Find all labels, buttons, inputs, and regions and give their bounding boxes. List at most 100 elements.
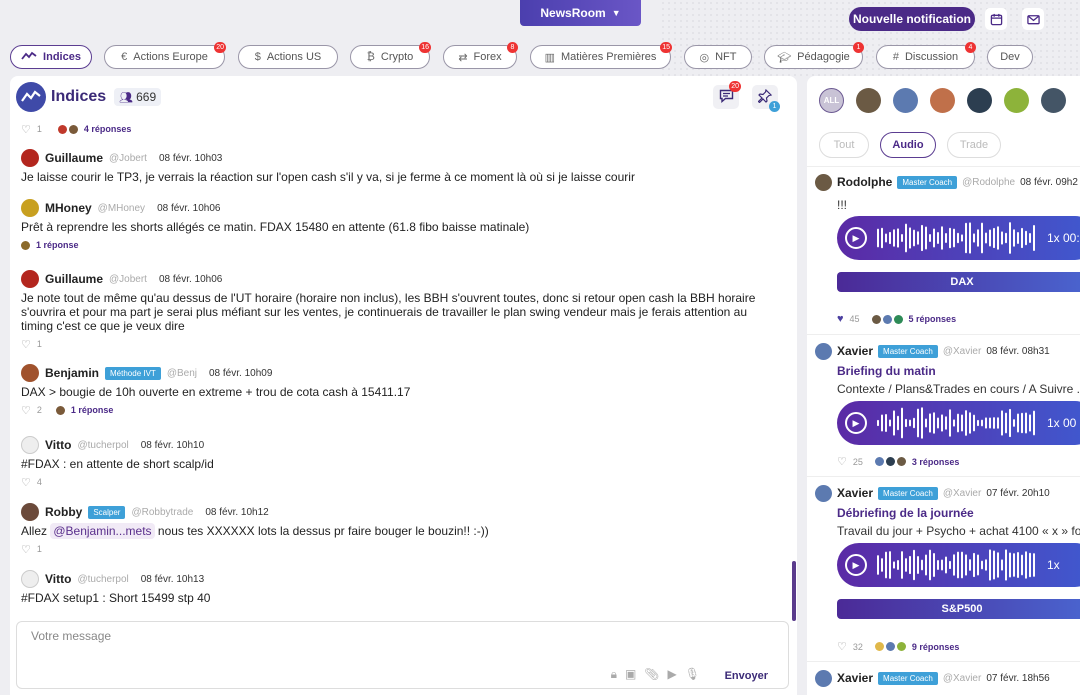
playback-speed-time[interactable]: 1x 00:: [1047, 231, 1080, 245]
new-notification-button[interactable]: Nouvelle notification: [849, 7, 975, 31]
mail-icon[interactable]: [1022, 8, 1044, 30]
avatar[interactable]: [815, 173, 832, 191]
audio-player[interactable]: ▶ 1x 00:: [837, 216, 1080, 260]
threads-button[interactable]: 20: [713, 81, 741, 109]
heart-icon[interactable]: ♡: [21, 543, 31, 556]
avatar[interactable]: [21, 570, 39, 588]
microphone-icon[interactable]: 🎙︎: [685, 667, 700, 682]
heart-icon[interactable]: ♡: [21, 338, 31, 351]
send-button[interactable]: Envoyer: [725, 670, 768, 682]
author-name[interactable]: Guillaume: [45, 151, 103, 165]
heart-icon[interactable]: ♡: [21, 404, 31, 417]
tab-pedagogie[interactable]: 🎓︎ Pédagogie 1: [764, 42, 864, 69]
coach-avatar[interactable]: [856, 88, 881, 113]
replies-link[interactable]: 3 réponses: [912, 457, 960, 467]
forex-icon: ⇄: [458, 51, 468, 64]
card-title[interactable]: Briefing du matin: [837, 364, 1080, 378]
audio-player[interactable]: ▶ 1x: [837, 543, 1080, 587]
author-name[interactable]: MHoney: [45, 201, 92, 215]
image-icon[interactable]: ▣: [625, 667, 636, 682]
coach-avatar[interactable]: [967, 88, 992, 113]
replies-link[interactable]: 1 réponse: [36, 240, 79, 250]
avatar[interactable]: [21, 503, 39, 521]
author-name[interactable]: Xavier: [837, 671, 873, 685]
message-date: 08 févr. 10h06: [158, 273, 223, 285]
card-tag[interactable]: S&P500: [837, 599, 1080, 619]
coach-avatar[interactable]: [1041, 88, 1066, 113]
author-name[interactable]: Vitto: [45, 572, 71, 586]
waveform-bar: [1009, 552, 1011, 578]
replies-link[interactable]: 1 réponse: [71, 405, 114, 415]
play-icon[interactable]: ▶: [845, 554, 867, 576]
member-count[interactable]: 👥︎ 669: [114, 88, 162, 106]
nft-icon: ◎: [699, 51, 710, 64]
tab-forex[interactable]: ⇄ Forex 8: [443, 42, 518, 69]
waveform-bar: [929, 549, 931, 581]
tab-nft[interactable]: ◎ NFT: [684, 45, 752, 69]
tab-indices[interactable]: Indices: [10, 45, 92, 69]
replies-link[interactable]: 5 réponses: [909, 314, 957, 324]
filter-tout[interactable]: Tout: [819, 132, 869, 158]
audio-player[interactable]: ▶ 1x 00: [837, 401, 1080, 445]
coach-avatar[interactable]: [1004, 88, 1029, 113]
waveform-bar: [937, 417, 939, 429]
heart-icon[interactable]: ♡: [837, 455, 847, 468]
waveform-bar: [889, 551, 891, 579]
playback-speed-time[interactable]: 1x 00: [1047, 416, 1076, 430]
heart-icon[interactable]: ♡: [21, 476, 31, 489]
tab-matieres-premieres[interactable]: ▥ Matières Premières 15: [530, 42, 672, 69]
author-handle: @Jobert: [109, 273, 147, 285]
card-tag[interactable]: DAX: [837, 272, 1080, 292]
message-composer[interactable]: Votre message 🔒︎ ▣ 📎︎ ▶ 🎙︎ Envoyer: [16, 621, 789, 689]
heart-filled-icon[interactable]: ♥: [837, 313, 844, 325]
tab-discussion[interactable]: # Discussion 4: [876, 42, 976, 69]
avatar[interactable]: [21, 436, 39, 454]
coach-avatar[interactable]: [930, 88, 955, 113]
avatar[interactable]: [21, 149, 39, 167]
user-mention[interactable]: @Benjamin...mets: [50, 523, 155, 539]
card-title[interactable]: Débriefing de la journée: [837, 506, 1080, 520]
newsroom-dropdown[interactable]: NewsRoom ▼: [520, 0, 641, 26]
author-name[interactable]: Xavier: [837, 486, 873, 500]
waveform-bar: [913, 229, 915, 247]
avatar[interactable]: [815, 342, 832, 360]
filter-audio[interactable]: Audio: [880, 132, 936, 158]
waveform-bar: [945, 556, 947, 574]
pinned-button[interactable]: 1: [752, 85, 780, 112]
play-icon[interactable]: ▶: [845, 227, 867, 249]
author-name[interactable]: Rodolphe: [837, 175, 892, 189]
author-name[interactable]: Robby: [45, 505, 82, 519]
avatar[interactable]: [21, 364, 39, 382]
author-name[interactable]: Vitto: [45, 438, 71, 452]
filter-trade[interactable]: Trade: [947, 132, 1001, 158]
replies-link[interactable]: 9 réponses: [912, 642, 960, 652]
play-icon[interactable]: ▶: [845, 412, 867, 434]
avatar[interactable]: [21, 199, 39, 217]
author-name[interactable]: Guillaume: [45, 272, 103, 286]
tab-crypto[interactable]: ₿ Crypto 16: [350, 42, 431, 69]
scrollbar[interactable]: [792, 561, 796, 621]
waveform-bar: [1029, 233, 1031, 243]
tab-actions-europe[interactable]: € Actions Europe 20: [104, 42, 226, 69]
avatar[interactable]: [815, 484, 832, 502]
tab-dev[interactable]: Dev: [987, 45, 1033, 69]
waveform-bar: [877, 419, 879, 427]
replies-link[interactable]: 4 réponses: [84, 124, 132, 134]
avatar[interactable]: [21, 270, 39, 288]
video-icon[interactable]: ▶: [668, 667, 677, 682]
filter-all-avatar[interactable]: ALL: [819, 88, 844, 113]
tab-actions-us[interactable]: $ Actions US: [238, 45, 338, 69]
calendar-icon[interactable]: [985, 8, 1007, 30]
author-name[interactable]: Xavier: [837, 344, 873, 358]
message-input[interactable]: Votre message: [31, 629, 111, 643]
heart-icon[interactable]: ♡: [837, 640, 847, 653]
message-date: 08 févr. 10h06: [157, 202, 221, 214]
attachment-icon[interactable]: 📎︎: [644, 667, 659, 682]
coach-avatar[interactable]: [893, 88, 918, 113]
heart-icon[interactable]: ♡: [21, 123, 31, 136]
author-name[interactable]: Benjamin: [45, 366, 99, 380]
avatar[interactable]: [815, 669, 832, 687]
lock-icon[interactable]: 🔒︎: [611, 667, 617, 682]
waveform-bar: [1001, 410, 1003, 436]
playback-speed-time[interactable]: 1x: [1047, 558, 1060, 572]
